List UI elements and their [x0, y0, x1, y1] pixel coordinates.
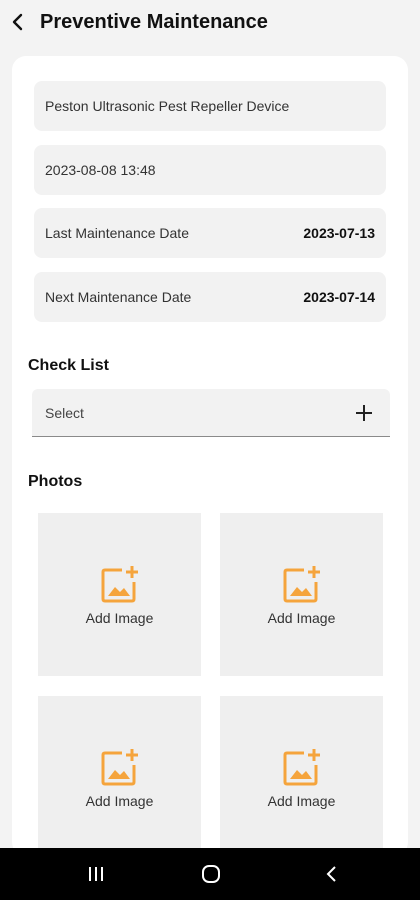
last-maintenance-field: Last Maintenance Date 2023-07-13	[34, 208, 386, 258]
recent-apps-button[interactable]	[78, 848, 114, 900]
system-nav-bar	[0, 848, 420, 900]
next-maintenance-field: Next Maintenance Date 2023-07-14	[34, 272, 386, 322]
checklist-select[interactable]: Select	[32, 389, 390, 437]
add-image-label: Add Image	[85, 609, 154, 626]
home-button[interactable]	[193, 848, 229, 900]
last-maintenance-label: Last Maintenance Date	[45, 225, 189, 241]
app-header: Preventive Maintenance	[0, 0, 420, 44]
chevron-left-icon	[12, 13, 23, 31]
add-image-icon	[283, 748, 320, 785]
checklist-title: Check List	[28, 357, 109, 374]
add-image-label: Add Image	[85, 792, 154, 809]
photos-title: Photos	[28, 473, 83, 490]
add-image-icon	[101, 565, 138, 602]
add-image-icon	[101, 748, 138, 785]
last-maintenance-value: 2023-07-13	[303, 225, 375, 241]
next-maintenance-value: 2023-07-14	[303, 289, 375, 305]
home-icon	[202, 865, 220, 883]
add-image-icon	[283, 565, 320, 602]
add-image-tile[interactable]: Add Image	[220, 696, 383, 859]
recent-apps-icon	[89, 867, 103, 881]
next-maintenance-label: Next Maintenance Date	[45, 289, 192, 305]
plus-icon[interactable]	[356, 404, 372, 421]
page-title: Preventive Maintenance	[40, 10, 268, 33]
datetime-text: 2023-08-08 13:48	[45, 162, 156, 178]
maintenance-card: Peston Ultrasonic Pest Repeller Device 2…	[12, 56, 408, 859]
add-image-label: Add Image	[267, 609, 336, 626]
add-image-label: Add Image	[267, 792, 336, 809]
datetime-field[interactable]: 2023-08-08 13:48	[34, 145, 386, 195]
back-icon	[326, 866, 336, 882]
device-name-field[interactable]: Peston Ultrasonic Pest Repeller Device	[34, 81, 386, 131]
add-image-tile[interactable]: Add Image	[38, 696, 201, 859]
add-image-tile[interactable]: Add Image	[38, 513, 201, 676]
checklist-select-label: Select	[45, 404, 84, 421]
system-back-button[interactable]	[313, 848, 349, 900]
device-name-text: Peston Ultrasonic Pest Repeller Device	[45, 98, 290, 114]
add-image-tile[interactable]: Add Image	[220, 513, 383, 676]
back-button[interactable]	[3, 7, 33, 37]
